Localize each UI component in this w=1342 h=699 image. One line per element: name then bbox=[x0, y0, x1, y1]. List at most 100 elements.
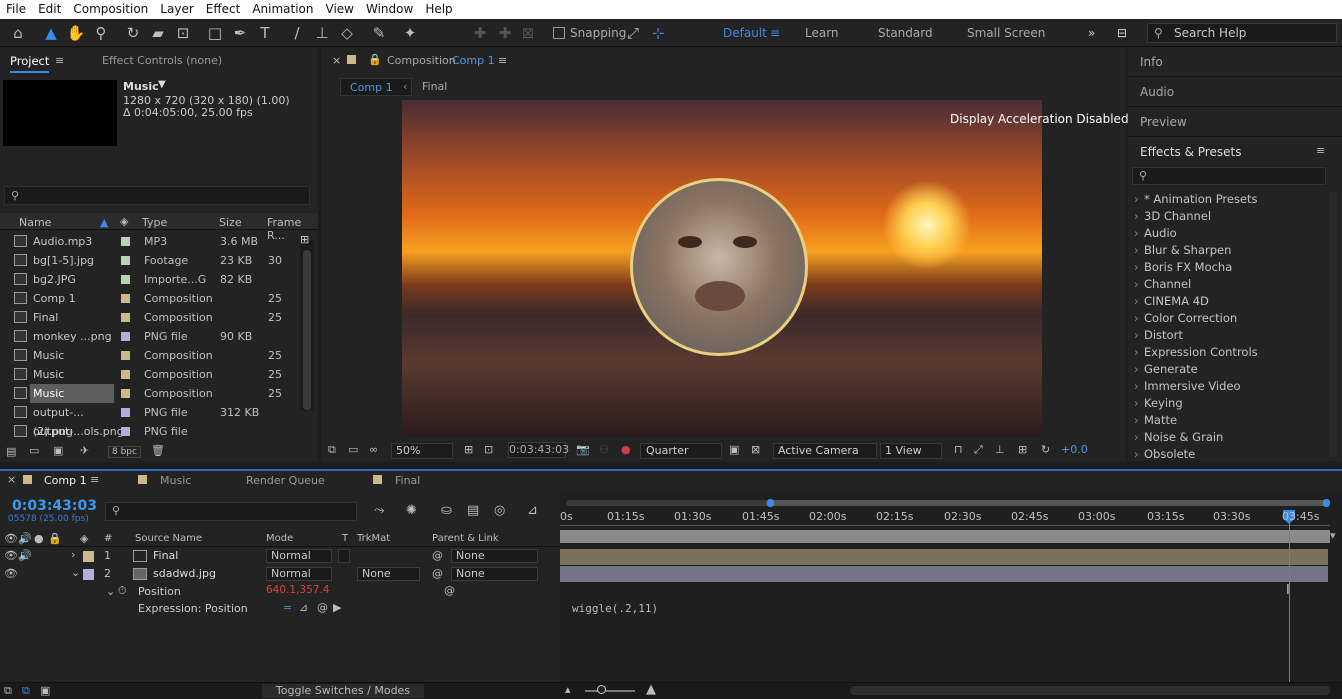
effect-category[interactable]: Distort bbox=[1134, 328, 1183, 342]
pickwhip-icon[interactable]: @ bbox=[444, 584, 455, 597]
project-search-input[interactable]: ⚲ bbox=[4, 186, 310, 205]
menu-composition[interactable]: Composition bbox=[67, 0, 154, 19]
breadcrumb-final[interactable]: Final bbox=[422, 80, 447, 93]
comp-flowchart-icon[interactable]: ⤳ bbox=[374, 503, 384, 518]
composition-viewer[interactable] bbox=[402, 100, 1042, 437]
hand-tool-icon[interactable]: ✋ bbox=[66, 23, 86, 43]
timeline-current-time[interactable]: 0:03:43:03 bbox=[12, 498, 97, 514]
pickwhip-icon[interactable]: @ bbox=[432, 549, 443, 562]
layer-bar-final[interactable] bbox=[560, 549, 1328, 565]
workspace-default[interactable]: Default bbox=[723, 26, 767, 40]
menu-animation[interactable]: Animation bbox=[246, 0, 319, 19]
effects-menu-icon[interactable]: ≡ bbox=[1316, 144, 1325, 157]
project-item[interactable]: Final Composition 25 bbox=[0, 308, 300, 327]
menu-help[interactable]: Help bbox=[419, 0, 458, 19]
timeline-menu-icon[interactable]: ≡ bbox=[90, 473, 99, 486]
selection-tool-icon[interactable]: ▲ bbox=[41, 23, 61, 43]
panel-preview[interactable]: Preview bbox=[1140, 115, 1187, 129]
project-item[interactable]: Music Composition 25 bbox=[0, 365, 300, 384]
layer-label-swatch[interactable] bbox=[83, 551, 94, 562]
preserve-transparency-checkbox[interactable] bbox=[338, 549, 350, 563]
layer-row[interactable]: 👁 🔊 › 1 Final Normal @ None bbox=[0, 548, 560, 565]
puppet-pin-icon[interactable]: ✦ bbox=[400, 23, 420, 43]
camera-dropdown[interactable]: Active Camera bbox=[773, 443, 877, 459]
project-item[interactable]: Music Composition 25 bbox=[0, 346, 300, 365]
snapshot-icon[interactable]: 📷 bbox=[576, 443, 590, 456]
expression-enable-icon[interactable]: = bbox=[283, 601, 292, 614]
close-icon[interactable]: × bbox=[332, 54, 341, 67]
draft-3d-icon[interactable]: ✺ bbox=[406, 503, 417, 518]
effect-category[interactable]: Color Correction bbox=[1134, 311, 1237, 325]
breadcrumb-comp-1[interactable]: Comp 1 bbox=[350, 81, 393, 94]
comp-marker-icon[interactable]: ▾ bbox=[1330, 529, 1336, 542]
effect-category[interactable]: Noise & Grain bbox=[1134, 430, 1223, 444]
effect-category[interactable]: Obsolete bbox=[1134, 447, 1195, 461]
pan-behind-icon[interactable]: ⊡ bbox=[173, 23, 193, 43]
rectangle-tool-icon[interactable]: □ bbox=[205, 23, 225, 43]
column-name[interactable]: Name bbox=[19, 216, 51, 229]
workspace-learn[interactable]: Learn bbox=[805, 26, 839, 40]
always-preview-icon[interactable]: ⧉ bbox=[328, 443, 336, 457]
effect-category[interactable]: Immersive Video bbox=[1134, 379, 1241, 393]
frame-blending-icon[interactable]: ▤ bbox=[467, 503, 479, 518]
camera-tool-icon[interactable]: ▰ bbox=[148, 23, 168, 43]
motion-blur-icon[interactable]: ◎ bbox=[494, 503, 505, 518]
label-color-swatch[interactable] bbox=[121, 370, 130, 379]
effect-category[interactable]: Keying bbox=[1134, 396, 1183, 410]
workspace-small-screen[interactable]: Small Screen bbox=[967, 26, 1045, 40]
column-mode[interactable]: Mode bbox=[266, 533, 293, 544]
fast-preview-icon[interactable]: ⤢ bbox=[974, 443, 983, 457]
project-item[interactable]: Comp 1 Composition 25 bbox=[0, 289, 300, 308]
menu-view[interactable]: View bbox=[320, 0, 360, 19]
label-color-swatch[interactable] bbox=[121, 256, 130, 265]
close-icon[interactable]: × bbox=[7, 473, 16, 486]
zoom-dropdown[interactable]: 50% bbox=[391, 443, 453, 459]
label-column-icon[interactable]: ◈ bbox=[80, 532, 88, 545]
expression-text[interactable]: wiggle(.2,11) bbox=[572, 602, 658, 615]
lock-column-icon[interactable]: 🔒 bbox=[48, 532, 62, 545]
mask-visibility-icon[interactable]: ∞ bbox=[369, 443, 378, 456]
tab-final[interactable]: Final bbox=[395, 474, 420, 487]
axis-world-icon[interactable]: ✚ bbox=[495, 23, 515, 43]
flowchart-view-icon[interactable]: ⊞ bbox=[1018, 443, 1027, 456]
parent-dropdown[interactable]: None bbox=[451, 567, 538, 581]
toggle-switches-modes[interactable]: Toggle Switches / Modes bbox=[262, 684, 424, 698]
effect-category[interactable]: Expression Controls bbox=[1134, 345, 1258, 359]
trash-icon[interactable]: 🗑 bbox=[151, 444, 165, 457]
resolution-dropdown[interactable]: Quarter bbox=[640, 443, 722, 459]
panel-info[interactable]: Info bbox=[1140, 55, 1163, 69]
label-color-swatch[interactable] bbox=[121, 237, 130, 246]
panel-effects-presets[interactable]: Effects & Presets bbox=[1140, 145, 1241, 159]
composition-title-name[interactable]: Comp 1 bbox=[452, 54, 495, 67]
eraser-tool-icon[interactable]: ◇ bbox=[337, 23, 357, 43]
property-value[interactable]: 640.1,357.4 bbox=[266, 584, 329, 596]
type-tool-icon[interactable]: T bbox=[255, 23, 275, 43]
monitor-icon[interactable]: ▭ bbox=[348, 443, 358, 456]
effects-scrollbar[interactable] bbox=[1329, 191, 1337, 457]
axis-view-icon[interactable]: ⊠ bbox=[518, 23, 538, 43]
more-workspaces-icon[interactable]: » bbox=[1088, 26, 1095, 40]
effect-category[interactable]: CINEMA 4D bbox=[1134, 294, 1209, 308]
column-size[interactable]: Size bbox=[219, 216, 242, 229]
expand-arrow-icon[interactable]: ⌄ bbox=[106, 585, 115, 598]
tab-music[interactable]: Music bbox=[160, 474, 191, 487]
workspace-menu-icon[interactable]: ≡ bbox=[770, 26, 780, 40]
toggle-pixel-icon[interactable]: ⊓ bbox=[954, 443, 963, 456]
layer-bar-sdadwd[interactable] bbox=[560, 566, 1328, 582]
snap-options-icon[interactable]: ⤢ bbox=[623, 23, 643, 43]
show-snapshot-icon[interactable]: ⚇ bbox=[599, 443, 609, 456]
transfer-controls-icon[interactable]: ⧉ bbox=[22, 684, 30, 698]
layout-icon[interactable]: ⊟ bbox=[1117, 26, 1127, 40]
bpc-button[interactable]: 8 bpc bbox=[108, 446, 141, 458]
search-help-input[interactable]: ⚲ Search Help bbox=[1147, 23, 1337, 43]
layer-switches-icon[interactable]: ⧉ bbox=[4, 684, 12, 698]
timeline-link-icon[interactable]: ⊥ bbox=[995, 443, 1005, 456]
chevron-down-icon[interactable]: ▼ bbox=[158, 79, 166, 90]
pickwhip-icon[interactable]: @ bbox=[432, 567, 443, 580]
expression-language-icon[interactable]: ▶ bbox=[333, 601, 341, 614]
layer-label-swatch[interactable] bbox=[83, 569, 94, 580]
region-icon[interactable]: ⊡ bbox=[484, 443, 493, 456]
clone-stamp-icon[interactable]: ⊥ bbox=[312, 23, 332, 43]
column-parent[interactable]: Parent & Link bbox=[432, 533, 499, 544]
timeline-search-input[interactable]: ⚲ bbox=[105, 502, 357, 521]
